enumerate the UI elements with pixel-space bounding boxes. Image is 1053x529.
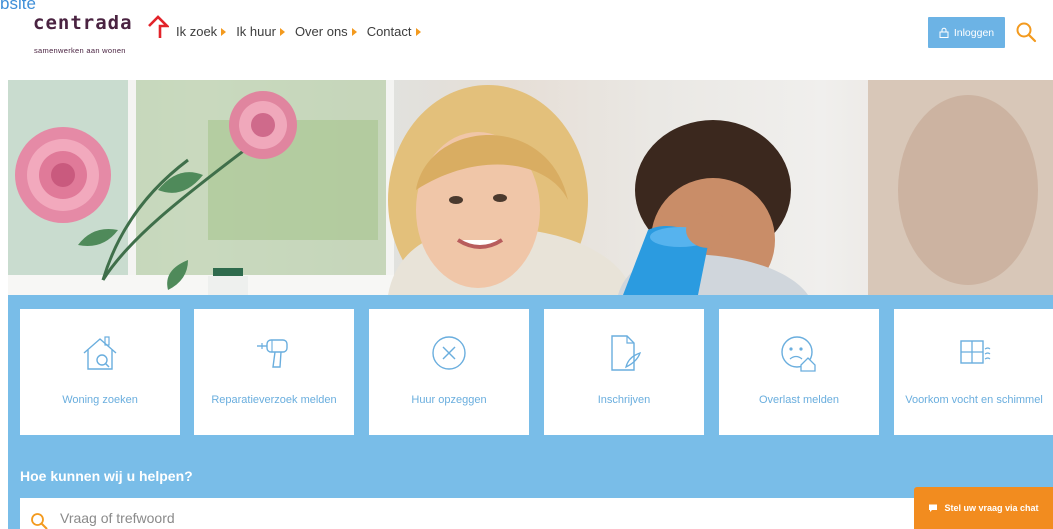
logo-house-mark-icon [148, 15, 169, 38]
help-search-input[interactable] [60, 510, 660, 526]
logo-tagline: samenwerken aan wonen [34, 46, 126, 55]
tile-label: Reparatieverzoek melden [211, 394, 337, 406]
house-search-icon [83, 336, 117, 370]
nav-item-contact[interactable]: Contact [367, 24, 421, 39]
lock-icon [939, 27, 949, 38]
centrada-logo[interactable]: centrada samenwerken aan wonen [33, 12, 169, 62]
login-button[interactable]: Inloggen [928, 17, 1005, 48]
nav-item-label: Ik huur [236, 24, 276, 39]
hero-photo-illustration [8, 80, 1053, 295]
document-pen-icon [611, 335, 642, 371]
hero-image [8, 80, 1053, 295]
main-navigation: Ik zoek Ik huur Over ons Contact [176, 24, 421, 39]
nav-item-label: Ik zoek [176, 24, 218, 39]
caret-right-icon [279, 27, 285, 36]
drill-icon [257, 339, 288, 368]
tile-inschrijven[interactable]: Inschrijven [544, 309, 704, 435]
quick-actions-panel: Woning zoeken Reparatieverzoek melden Hu… [8, 295, 1053, 529]
tile-woning-zoeken[interactable]: Woning zoeken [20, 309, 180, 435]
tile-reparatieverzoek-melden[interactable]: Reparatieverzoek melden [194, 309, 354, 435]
nav-item-ik-zoek[interactable]: Ik zoek [176, 24, 227, 39]
logo-wordmark: centrada [33, 12, 133, 34]
caret-right-icon [415, 27, 421, 36]
window-icon [960, 340, 991, 364]
tile-overlast-melden[interactable]: Overlast melden [719, 309, 879, 435]
tile-label: Voorkom vocht en schimmel [905, 394, 1043, 406]
speech-bubble-icon [929, 504, 938, 512]
search-icon[interactable] [1015, 21, 1037, 43]
tile-label: Woning zoeken [62, 394, 138, 406]
chat-button[interactable]: Stel uw vraag via chat [914, 487, 1053, 529]
cropped-caption: bsite [0, 0, 36, 13]
tile-label: Inschrijven [597, 394, 651, 406]
nav-item-label: Contact [366, 24, 412, 39]
nav-item-over-ons[interactable]: Over ons [295, 24, 357, 39]
chat-button-label: Stel uw vraag via chat [944, 503, 1039, 513]
sad-face-house-icon [781, 336, 816, 372]
help-heading: Hoe kunnen wij u helpen? [20, 468, 193, 484]
nav-item-ik-huur[interactable]: Ik huur [236, 24, 285, 39]
tile-label: Huur opzeggen [411, 394, 487, 406]
search-icon [31, 513, 48, 529]
help-search-bar[interactable] [20, 498, 920, 529]
tile-label: Overlast melden [758, 394, 840, 406]
caret-right-icon [351, 27, 357, 36]
login-button-label: Inloggen [953, 26, 995, 39]
tile-voorkom-vocht-en-schimmel[interactable]: Voorkom vocht en schimmel [894, 309, 1053, 435]
site-header: centrada samenwerken aan wonen Ik zoek I… [0, 0, 1053, 80]
circle-x-icon [432, 336, 466, 370]
caret-right-icon [221, 27, 227, 36]
nav-item-label: Over ons [294, 24, 348, 39]
tile-huur-opzeggen[interactable]: Huur opzeggen [369, 309, 529, 435]
